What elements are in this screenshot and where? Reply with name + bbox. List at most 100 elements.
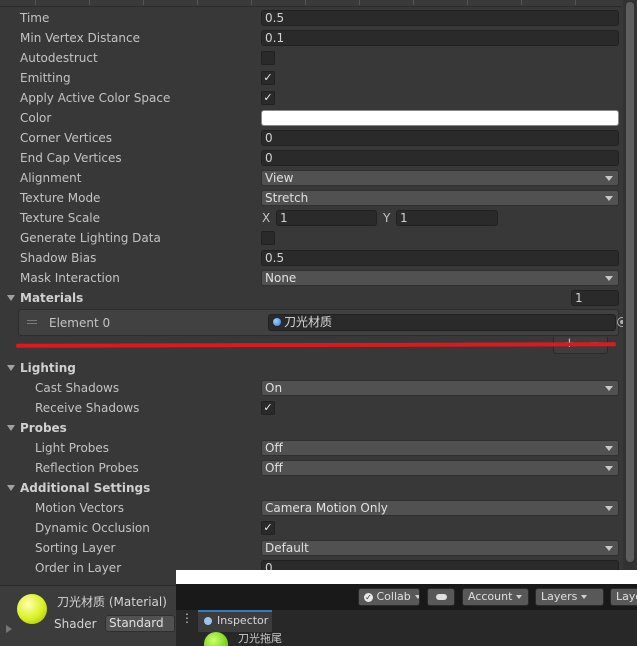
cloud-icon	[436, 594, 447, 600]
shadow-bias-label: Shadow Bias	[20, 251, 97, 265]
chevron-down-icon	[516, 595, 523, 599]
lighting-header[interactable]: Lighting	[0, 358, 622, 378]
ruler-tick	[143, 0, 144, 5]
expand-arrow-icon[interactable]	[6, 625, 12, 633]
receive-shadows-checkbox[interactable]: ✓	[261, 401, 275, 415]
texture-scale-x-field[interactable]: 1	[276, 210, 377, 226]
inspector-scrollbar[interactable]	[623, 0, 637, 575]
end-cap-vertices-field[interactable]: 0	[261, 150, 619, 166]
sorting-layer-dropdown[interactable]: Default	[261, 540, 619, 556]
cast-shadows-row: Cast Shadows On	[0, 378, 622, 398]
ruler-tick	[521, 0, 522, 5]
materials-size-field[interactable]: 1	[571, 290, 619, 306]
autodestruct-checkbox[interactable]	[261, 51, 275, 65]
texture-mode-dropdown[interactable]: Stretch	[261, 190, 619, 206]
materials-header[interactable]: Materials 1	[0, 288, 622, 308]
alignment-dropdown[interactable]: View	[261, 170, 619, 186]
layout-dropdown[interactable]: Layo	[610, 588, 637, 606]
probes-title: Probes	[20, 421, 67, 435]
dynamic-occlusion-label: Dynamic Occlusion	[35, 521, 150, 535]
ruler-tick	[89, 0, 90, 5]
corner-vertices-label: Corner Vertices	[20, 131, 113, 145]
texture-scale-y-field[interactable]: 1	[396, 210, 498, 226]
object-icon	[204, 632, 228, 646]
ruler-tick	[359, 0, 360, 5]
sorting-layer-value: Default	[265, 541, 309, 555]
additional-settings-header[interactable]: Additional Settings	[0, 478, 622, 498]
mask-interaction-label: Mask Interaction	[20, 271, 120, 285]
shader-dropdown[interactable]: Standard	[105, 615, 175, 632]
emitting-row: Emitting ✓	[0, 68, 622, 88]
chevron-down-icon	[605, 196, 613, 201]
ruler-tick	[35, 0, 36, 5]
light-probes-label: Light Probes	[35, 441, 110, 455]
materials-title: Materials	[20, 291, 84, 305]
shadow-bias-field[interactable]: 0.5	[261, 250, 619, 266]
material-name: 刀光材质 (Material)	[57, 595, 167, 609]
foldout-arrow-icon[interactable]	[7, 425, 15, 431]
probes-header[interactable]: Probes	[0, 418, 622, 438]
autodestruct-row: Autodestruct	[0, 48, 622, 68]
motion-vectors-row: Motion Vectors Camera Motion Only	[0, 498, 622, 518]
lighting-title: Lighting	[20, 361, 76, 375]
cast-shadows-dropdown[interactable]: On	[261, 380, 619, 396]
motion-vectors-label: Motion Vectors	[35, 501, 124, 515]
foldout-arrow-icon[interactable]	[7, 365, 15, 371]
foldout-arrow-icon[interactable]	[7, 485, 15, 491]
light-probes-row: Light Probes Off	[0, 438, 622, 458]
ruler-tick	[413, 0, 414, 5]
corner-vertices-row: Corner Vertices 0	[0, 128, 622, 148]
chevron-down-icon	[605, 506, 613, 511]
collab-button[interactable]: ✓ Collab	[358, 588, 420, 606]
account-label: Account	[468, 590, 513, 603]
generate-lighting-data-row: Generate Lighting Data	[0, 228, 622, 248]
white-strip	[176, 570, 637, 584]
shadow-bias-row: Shadow Bias 0.5	[0, 248, 622, 268]
cloud-button[interactable]	[427, 588, 455, 606]
material-object-field[interactable]: 刀光材质	[268, 314, 616, 331]
menu-dots-icon[interactable]: ⋮	[181, 611, 193, 625]
chevron-down-icon	[605, 386, 613, 391]
trail-renderer-inspector: Time 0.5 Min Vertex Distance 0.1 Autodestruc…	[0, 0, 637, 576]
mask-interaction-dropdown[interactable]: None	[261, 270, 619, 286]
corner-vertices-field[interactable]: 0	[261, 130, 619, 146]
element-0-label: Element 0	[49, 316, 111, 330]
emitting-label: Emitting	[20, 71, 71, 85]
generate-lighting-data-checkbox[interactable]	[261, 231, 275, 245]
unity-editor: Time 0.5 Min Vertex Distance 0.1 Autodestruc…	[0, 0, 637, 646]
motion-vectors-dropdown[interactable]: Camera Motion Only	[261, 500, 619, 516]
light-probes-value: Off	[265, 441, 283, 455]
layers-dropdown[interactable]: Layers	[535, 588, 604, 606]
scrollbar-thumb[interactable]	[626, 2, 634, 562]
object-name: 刀光拖尾	[238, 632, 282, 645]
red-annotation-line	[15, 342, 617, 348]
cast-shadows-label: Cast Shadows	[35, 381, 120, 395]
sorting-layer-row: Sorting Layer Default	[0, 538, 622, 558]
apply-active-color-space-checkbox[interactable]: ✓	[261, 91, 275, 105]
min-vertex-distance-field[interactable]: 0.1	[261, 30, 619, 46]
light-probes-dropdown[interactable]: Off	[261, 440, 619, 456]
reflection-probes-dropdown[interactable]: Off	[261, 460, 619, 476]
apply-active-color-space-label: Apply Active Color Space	[20, 91, 171, 105]
mask-interaction-row: Mask Interaction None	[0, 268, 622, 288]
color-row: Color	[0, 108, 622, 128]
emitting-checkbox[interactable]: ✓	[261, 71, 275, 85]
drag-handle-icon[interactable]	[27, 320, 37, 321]
dynamic-occlusion-checkbox[interactable]: ✓	[261, 521, 275, 535]
account-dropdown[interactable]: Account	[462, 588, 529, 606]
texture-scale-row: Texture Scale X 1 Y 1	[0, 208, 622, 228]
collab-label: Collab	[376, 590, 411, 603]
tab-inspector[interactable]: Inspector	[198, 610, 272, 632]
dynamic-occlusion-row: Dynamic Occlusion ✓	[0, 518, 622, 538]
ruler-tick	[467, 0, 468, 5]
layers-label: Layers	[541, 590, 578, 603]
ruler-tick	[575, 0, 576, 5]
foldout-arrow-icon[interactable]	[7, 295, 15, 301]
ruler-tick	[251, 0, 252, 5]
inspector-tab-bar: ⋮ Inspector 刀光拖尾	[176, 610, 637, 646]
material-preview-panel: 刀光材质 (Material) Shader Standard ink	[0, 585, 189, 646]
color-swatch[interactable]	[261, 110, 619, 126]
time-field[interactable]: 0.5	[261, 10, 619, 26]
y-axis-label: Y	[383, 211, 391, 225]
editor-toolbar: ✓ Collab Account Layers Layo	[176, 584, 637, 610]
